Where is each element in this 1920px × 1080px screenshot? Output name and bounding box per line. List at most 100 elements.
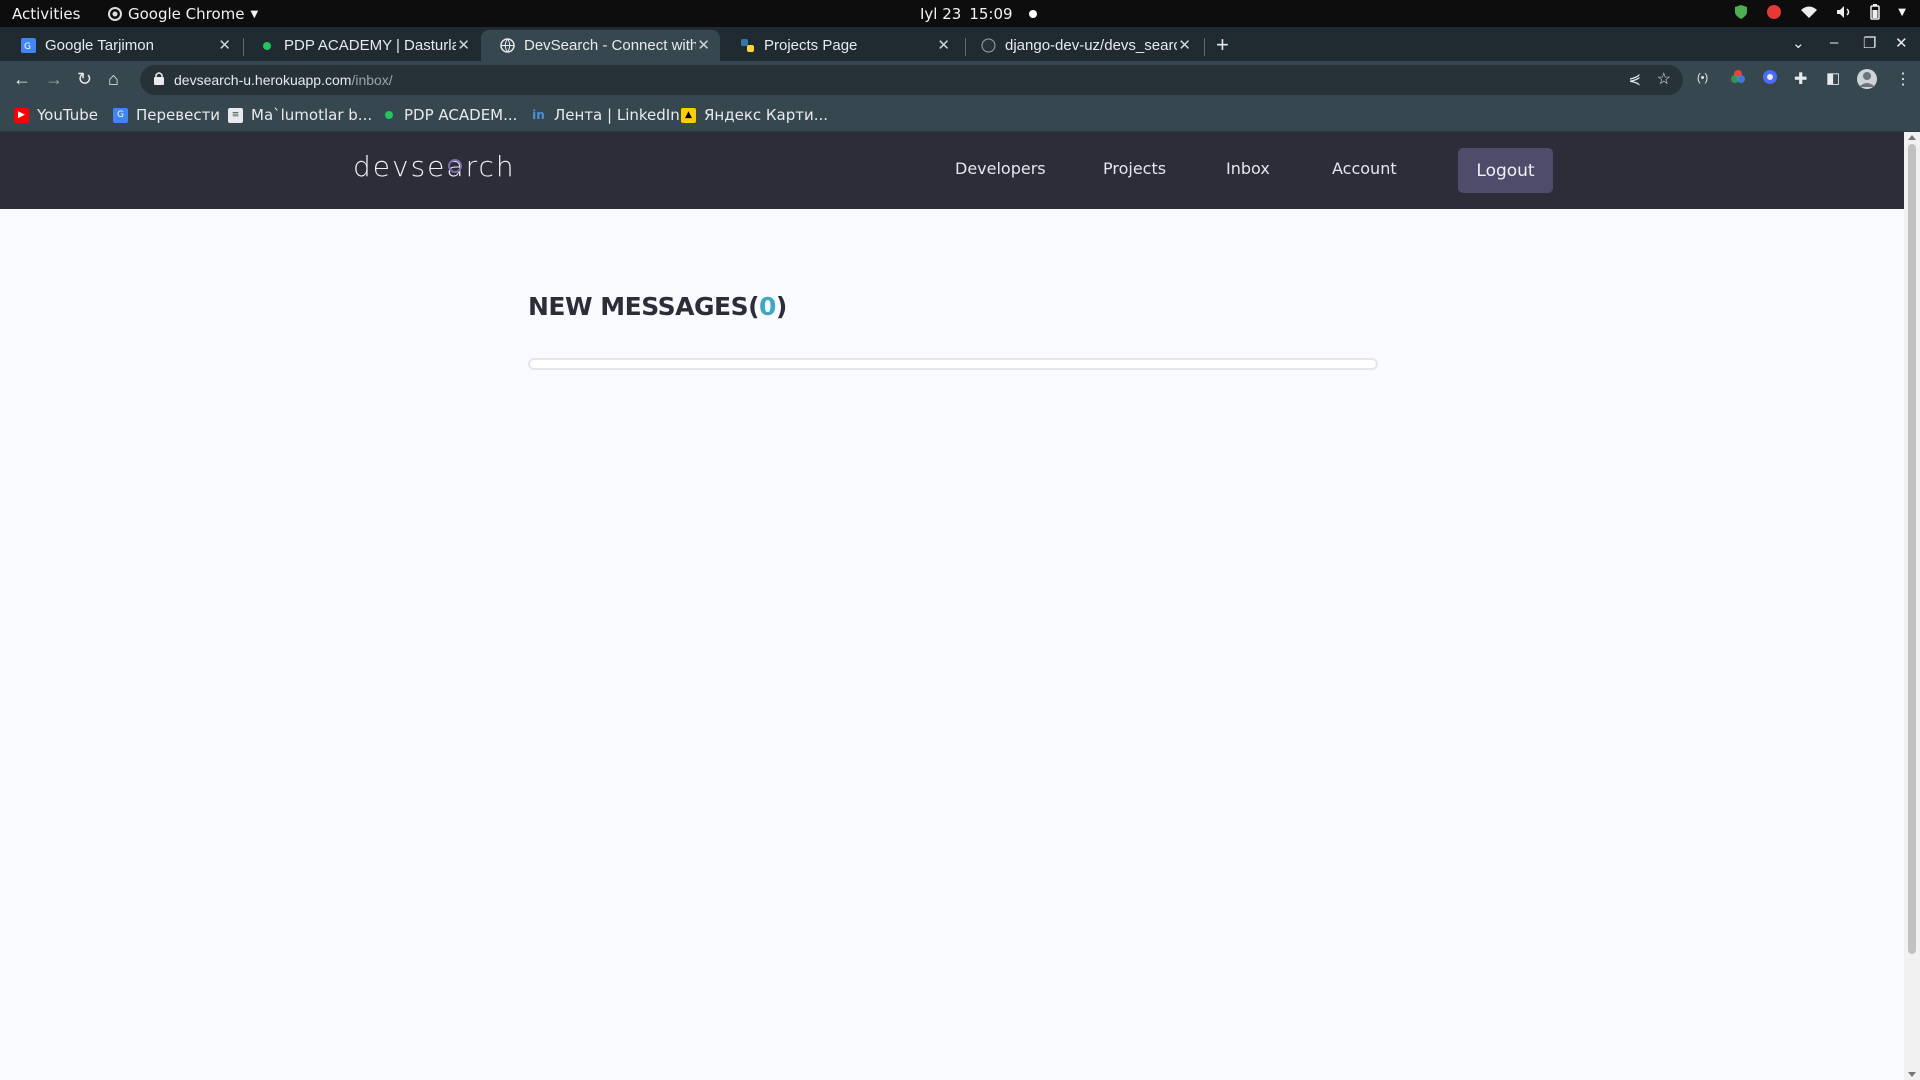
- green-dot-icon: [259, 38, 275, 54]
- tab-google-tarjimon[interactable]: G Google Tarjimon ✕: [2, 30, 241, 61]
- clock-time: 15:09: [969, 5, 1013, 23]
- profile-avatar[interactable]: [1856, 68, 1878, 93]
- message-list: [528, 358, 1378, 370]
- bookmark-label: Ma`lumotlar b...: [251, 106, 373, 124]
- forward-arrow-icon[interactable]: →: [45, 69, 63, 90]
- document-icon: ≡: [228, 107, 243, 123]
- close-window-icon[interactable]: ✕: [1895, 34, 1908, 52]
- unread-count: 0: [759, 292, 776, 321]
- battery-icon: [1870, 4, 1881, 20]
- scroll-up-arrow-icon[interactable]: [1908, 135, 1916, 140]
- close-tab-icon[interactable]: ✕: [1178, 36, 1191, 54]
- chrome-icon: [108, 7, 122, 21]
- restore-icon[interactable]: ❐: [1863, 34, 1876, 52]
- app-menu-label: Google Chrome: [128, 5, 245, 23]
- globe-icon: [499, 38, 515, 54]
- nav-projects[interactable]: Projects: [1103, 159, 1166, 178]
- extension-radio-icon[interactable]: (•): [1697, 72, 1708, 84]
- close-tab-icon[interactable]: ✕: [937, 36, 950, 54]
- browser-toolbar: ← → ↻ ⌂ devsearch-u.herokuapp.com/inbox/…: [0, 61, 1920, 99]
- tab-title: django-dev-uz/devs_search: [1005, 37, 1177, 54]
- clock-date: Iyl 23: [920, 5, 962, 23]
- tab-title: Google Tarjimon: [45, 37, 154, 54]
- youtube-icon: ▶: [14, 107, 29, 123]
- url-host: devsearch-u.herokuapp.com: [174, 72, 352, 88]
- logout-button[interactable]: Logout: [1458, 148, 1553, 193]
- tab-github-repo[interactable]: django-dev-uz/devs_search ✕: [962, 30, 1201, 61]
- bookmark-linkedin[interactable]: in Лента | LinkedIn: [531, 106, 680, 124]
- bookmark-label: PDP ACADEM...: [404, 106, 518, 124]
- bookmark-youtube[interactable]: ▶ YouTube: [14, 106, 98, 124]
- bookmark-label: Яндекс Карти...: [704, 106, 829, 124]
- google-translate-icon: G: [20, 38, 36, 54]
- nav-account[interactable]: Account: [1332, 159, 1397, 178]
- tab-search-chevron-icon[interactable]: ⌄: [1792, 34, 1805, 52]
- address-bar[interactable]: devsearch-u.herokuapp.com/inbox/ ⋞ ☆: [140, 65, 1683, 95]
- inbox-title-text: NEW MESSAGES(: [528, 292, 760, 321]
- share-icon[interactable]: ⋞: [1628, 70, 1641, 88]
- devsearch-logo[interactable]: devsea rch: [353, 150, 516, 183]
- bookmark-star-icon[interactable]: ☆: [1657, 69, 1671, 89]
- back-arrow-icon[interactable]: ←: [13, 69, 31, 90]
- notifier-icon: [1767, 5, 1782, 19]
- close-tab-icon[interactable]: ✕: [697, 36, 710, 54]
- bookmark-label: Лента | LinkedIn: [554, 106, 680, 124]
- new-tab-plus-icon[interactable]: +: [1216, 32, 1229, 58]
- tab-title: Projects Page: [764, 37, 858, 54]
- close-tab-icon[interactable]: ✕: [457, 36, 470, 54]
- shield-icon: [1735, 5, 1748, 19]
- bookmark-label: Перевести: [136, 106, 221, 124]
- scroll-down-arrow-icon[interactable]: [1908, 1072, 1916, 1077]
- close-tab-icon[interactable]: ✕: [218, 36, 231, 54]
- minimize-icon[interactable]: ‒: [1830, 34, 1838, 51]
- green-dot-icon: [381, 108, 396, 123]
- site-header: devsea rch Developers Projects Inbox Acco…: [0, 132, 1904, 209]
- system-top-bar: Activities Google Chrome ▼ Iyl 23 15:09 …: [0, 0, 1920, 27]
- bookmark-label: YouTube: [37, 106, 98, 124]
- extension-circle-icon[interactable]: [1762, 69, 1778, 88]
- system-tray[interactable]: ▼: [1734, 4, 1906, 20]
- side-panel-icon[interactable]: ◧: [1826, 69, 1840, 87]
- logo-text-end: rch: [465, 150, 516, 183]
- extensions-puzzle-icon[interactable]: ✚: [1794, 69, 1807, 89]
- page-scrollbar[interactable]: [1904, 132, 1920, 1080]
- app-menu[interactable]: Google Chrome ▼: [108, 5, 258, 23]
- bookmark-pdp-academy[interactable]: PDP ACADEM...: [381, 106, 517, 124]
- system-menu-caret-icon: ▼: [1898, 6, 1906, 18]
- tab-separator: [1204, 38, 1205, 56]
- url-path: /inbox/: [351, 72, 393, 88]
- chrome-menu-icon[interactable]: ⋮: [1895, 69, 1911, 89]
- clock[interactable]: Iyl 23 15:09: [920, 5, 1037, 23]
- github-icon: [980, 38, 996, 54]
- activities-button[interactable]: Activities: [12, 5, 80, 23]
- tab-strip: G Google Tarjimon ✕ PDP ACADEMY | Dastur…: [0, 27, 1920, 61]
- tab-pdp-academy[interactable]: PDP ACADEMY | Dasturlash ✕: [241, 30, 480, 61]
- lock-icon[interactable]: [154, 72, 164, 85]
- home-icon[interactable]: ⌂: [108, 69, 119, 90]
- inbox-title: NEW MESSAGES(0): [528, 292, 787, 321]
- bookmarks-bar: ▶ YouTube G Перевести ≡ Ma`lumotlar b...…: [0, 99, 1920, 132]
- reload-icon[interactable]: ↻: [77, 69, 92, 90]
- bookmark-translate[interactable]: G Перевести: [113, 106, 220, 124]
- web-page: devsea rch Developers Projects Inbox Acco…: [0, 132, 1904, 1080]
- logo-text-start: devse: [353, 150, 447, 183]
- wifi-icon: [1801, 6, 1818, 18]
- python-icon: [739, 38, 755, 54]
- inbox-title-close: ): [775, 292, 787, 321]
- tab-title: DevSearch - Connect with: [524, 37, 696, 54]
- tab-projects-page[interactable]: Projects Page ✕: [721, 30, 960, 61]
- bookmark-yandex[interactable]: ▲ Яндекс Карти...: [681, 106, 828, 124]
- nav-inbox[interactable]: Inbox: [1226, 159, 1270, 178]
- scrollbar-thumb[interactable]: [1908, 144, 1916, 954]
- nav-developers[interactable]: Developers: [955, 159, 1046, 178]
- volume-icon: [1837, 6, 1850, 18]
- logo-magnifier: a: [446, 150, 465, 183]
- caret-down-icon: ▼: [250, 8, 259, 20]
- tab-title: PDP ACADEMY | Dasturlash: [284, 37, 456, 54]
- notification-dot-icon: [1028, 10, 1037, 18]
- bookmark-malumotlar[interactable]: ≡ Ma`lumotlar b...: [228, 106, 372, 124]
- yandex-images-icon: ▲: [681, 107, 696, 123]
- google-translate-icon: G: [113, 107, 128, 123]
- extension-color-wheel-icon[interactable]: [1730, 69, 1746, 88]
- tab-devsearch[interactable]: DevSearch - Connect with ✕: [481, 30, 720, 61]
